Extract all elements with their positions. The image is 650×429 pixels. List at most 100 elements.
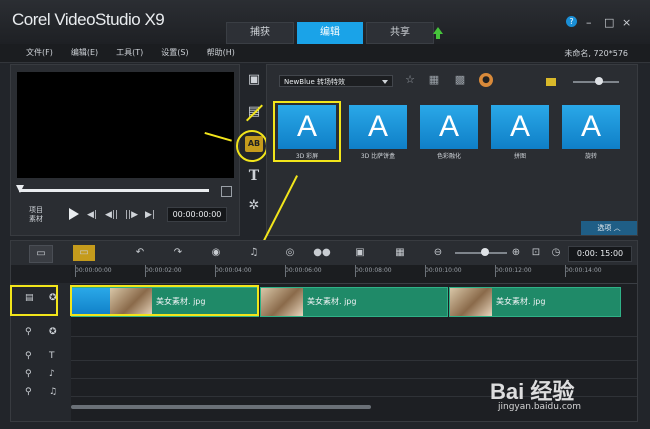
- upload-icon[interactable]: [433, 27, 443, 39]
- thumbnail-caption: 拼图: [513, 153, 526, 160]
- transition-preview: A: [562, 105, 620, 149]
- motion-tracking-icon[interactable]: ●●: [311, 245, 333, 261]
- ruler-tick: 00:00:12:00: [495, 265, 532, 277]
- title-track-icon[interactable]: T: [49, 351, 55, 361]
- link-icon[interactable]: ⚲: [25, 327, 32, 337]
- prev-frame-icon[interactable]: ◀||: [105, 210, 118, 220]
- ruler-tick: 00:00:00:00: [75, 265, 112, 277]
- link-icon[interactable]: ⚲: [25, 369, 32, 379]
- library-category-value: NewBlue 转场特效: [284, 78, 345, 86]
- link-icon[interactable]: ⚲: [25, 351, 32, 361]
- mode-label[interactable]: 项目 素材: [29, 206, 43, 224]
- overlay-track-icon[interactable]: ✪: [49, 327, 57, 337]
- menu-edit[interactable]: 编辑(E): [71, 47, 98, 58]
- project-mode-label: 项目: [29, 206, 43, 214]
- overlay-track[interactable]: [71, 319, 637, 337]
- transition-thumbnails: A 3D 彩屏 A 3D 比萨饼盒 A 色彩融化 A 拼图 A 旋转: [273, 101, 623, 162]
- favorite-icon[interactable]: ☆: [403, 73, 417, 87]
- timeline-ruler[interactable]: 00:00:00:00 00:00:02:00 00:00:04:00 00:0…: [71, 265, 637, 284]
- preview-timecode[interactable]: 00:00:00:00: [167, 207, 227, 222]
- ruler-tick: 00:00:10:00: [425, 265, 462, 277]
- media-icon[interactable]: ▣: [245, 72, 263, 88]
- library-panel: NewBlue 转场特效 ☆ ▦ ▩ ● A 3D 彩屏 A 3D 比萨饼盒 A…: [266, 64, 638, 236]
- help-icon[interactable]: ?: [566, 16, 577, 27]
- project-info: 未命名, 720*576: [564, 49, 628, 58]
- menu-bar: 文件(F) 编辑(E) 工具(T) 设置(S) 帮助(H) 未命名, 720*5…: [0, 44, 650, 63]
- list-view-icon[interactable]: [546, 78, 556, 86]
- music-track-icon[interactable]: ♫: [49, 387, 57, 397]
- fit-project-icon[interactable]: ⊡: [525, 245, 547, 261]
- thumbnail-caption: 3D 比萨饼盒: [360, 153, 396, 160]
- play-icon[interactable]: [69, 208, 79, 220]
- next-frame-icon[interactable]: ||▶: [125, 210, 138, 220]
- transition-highlight: [236, 130, 268, 162]
- apply-to-audio-icon[interactable]: ▩: [453, 73, 467, 87]
- end-icon[interactable]: ▶|: [145, 210, 155, 220]
- get-more-icon[interactable]: ●: [479, 73, 493, 87]
- timeline-view-icon[interactable]: ▭: [29, 245, 53, 263]
- minimize-button[interactable]: –: [586, 16, 592, 29]
- thumbnail-size-slider[interactable]: [573, 77, 619, 85]
- transition-preview: A: [420, 105, 478, 149]
- timeline-zoom-slider[interactable]: [455, 248, 507, 256]
- tab-share[interactable]: 共享: [366, 22, 434, 44]
- graphics-icon[interactable]: ✲: [245, 198, 263, 214]
- ruler-tick: 00:00:04:00: [215, 265, 252, 277]
- timeline-duration[interactable]: 0:00: 15:00: [568, 246, 632, 262]
- ruler-tick: 00:00:06:00: [285, 265, 322, 277]
- tab-capture[interactable]: 捕获: [226, 22, 294, 44]
- thumbnail-item[interactable]: A 3D 比萨饼盒: [346, 103, 410, 160]
- slider-handle[interactable]: [595, 77, 603, 85]
- thumbnail-item[interactable]: A 3D 彩屏: [273, 101, 341, 162]
- app-title: Corel VideoStudio X9: [12, 10, 165, 29]
- clip-label: 美女素材. jpg: [496, 297, 546, 306]
- clip-highlight: [70, 285, 259, 316]
- title-track[interactable]: [71, 343, 637, 361]
- thumbnail-item[interactable]: A 拼图: [488, 103, 552, 160]
- voice-track-icon[interactable]: ♪: [49, 369, 55, 379]
- home-icon[interactable]: ◀|: [87, 210, 97, 220]
- timeline-scrollbar[interactable]: [71, 405, 371, 409]
- clip-label: 美女素材. jpg: [307, 297, 357, 306]
- menu-help[interactable]: 帮助(H): [207, 47, 235, 58]
- thumbnail-caption: 色彩融化: [436, 153, 461, 160]
- storyboard-view-icon[interactable]: ▭: [73, 245, 95, 261]
- title-icon[interactable]: T: [245, 168, 263, 184]
- preview-scrubber[interactable]: [16, 185, 209, 193]
- timeline-toolbar: ▭ ▭ ↶ ↷ ◉ ♫ ◎ ●● ▣ ▦ ⊖ ⊕ ⊡ ◷ 0:00: 15:00: [11, 241, 637, 265]
- thumbnail-item[interactable]: A 旋转: [559, 103, 623, 160]
- clip-thumbnail: [261, 288, 303, 316]
- scrubber-handle[interactable]: [16, 185, 24, 193]
- undo-icon[interactable]: ↶: [129, 245, 151, 261]
- transition-preview: A: [491, 105, 549, 149]
- zoom-in-icon[interactable]: ⊕: [505, 245, 527, 261]
- workspace-tabs: 捕获 编辑 共享: [226, 22, 434, 44]
- library-category-select[interactable]: NewBlue 转场特效: [279, 75, 393, 87]
- options-button[interactable]: 选项 ︿: [581, 221, 637, 235]
- timeline-clip[interactable]: 美女素材. jpg: [449, 287, 621, 317]
- subtitle-editor-icon[interactable]: ▣: [349, 245, 371, 261]
- menu-file[interactable]: 文件(F): [26, 47, 53, 58]
- thumbnail-item[interactable]: A 色彩融化: [417, 103, 481, 160]
- close-button[interactable]: ×: [622, 16, 631, 29]
- apply-to-video-icon[interactable]: ▦: [427, 73, 441, 87]
- clip-thumbnail: [450, 288, 492, 316]
- menu-tools[interactable]: 工具(T): [116, 47, 143, 58]
- link-icon[interactable]: ⚲: [25, 387, 32, 397]
- ruler-tick: 00:00:08:00: [355, 265, 392, 277]
- redo-icon[interactable]: ↷: [167, 245, 189, 261]
- repeat-icon[interactable]: [221, 186, 232, 197]
- auto-music-icon[interactable]: ◎: [279, 245, 301, 261]
- timeline-clip[interactable]: 美女素材. jpg: [260, 287, 448, 317]
- menu-settings[interactable]: 设置(S): [161, 47, 188, 58]
- zoom-out-icon[interactable]: ⊖: [427, 245, 449, 261]
- record-capture-icon[interactable]: ◉: [205, 245, 227, 261]
- slider-handle[interactable]: [481, 248, 489, 256]
- multi-camera-icon[interactable]: ▦: [389, 245, 411, 261]
- title-bar: Corel VideoStudio X9 捕获 编辑 共享 ? – □ ×: [0, 0, 650, 44]
- thumbnail-caption: 3D 彩屏: [295, 153, 319, 160]
- preview-panel: 项目 素材 ◀| ◀|| ||▶ ▶| 00:00:00:00: [10, 64, 240, 236]
- maximize-button[interactable]: □: [604, 16, 614, 29]
- tab-edit[interactable]: 编辑: [297, 22, 363, 44]
- sound-mixer-icon[interactable]: ♫: [243, 245, 265, 261]
